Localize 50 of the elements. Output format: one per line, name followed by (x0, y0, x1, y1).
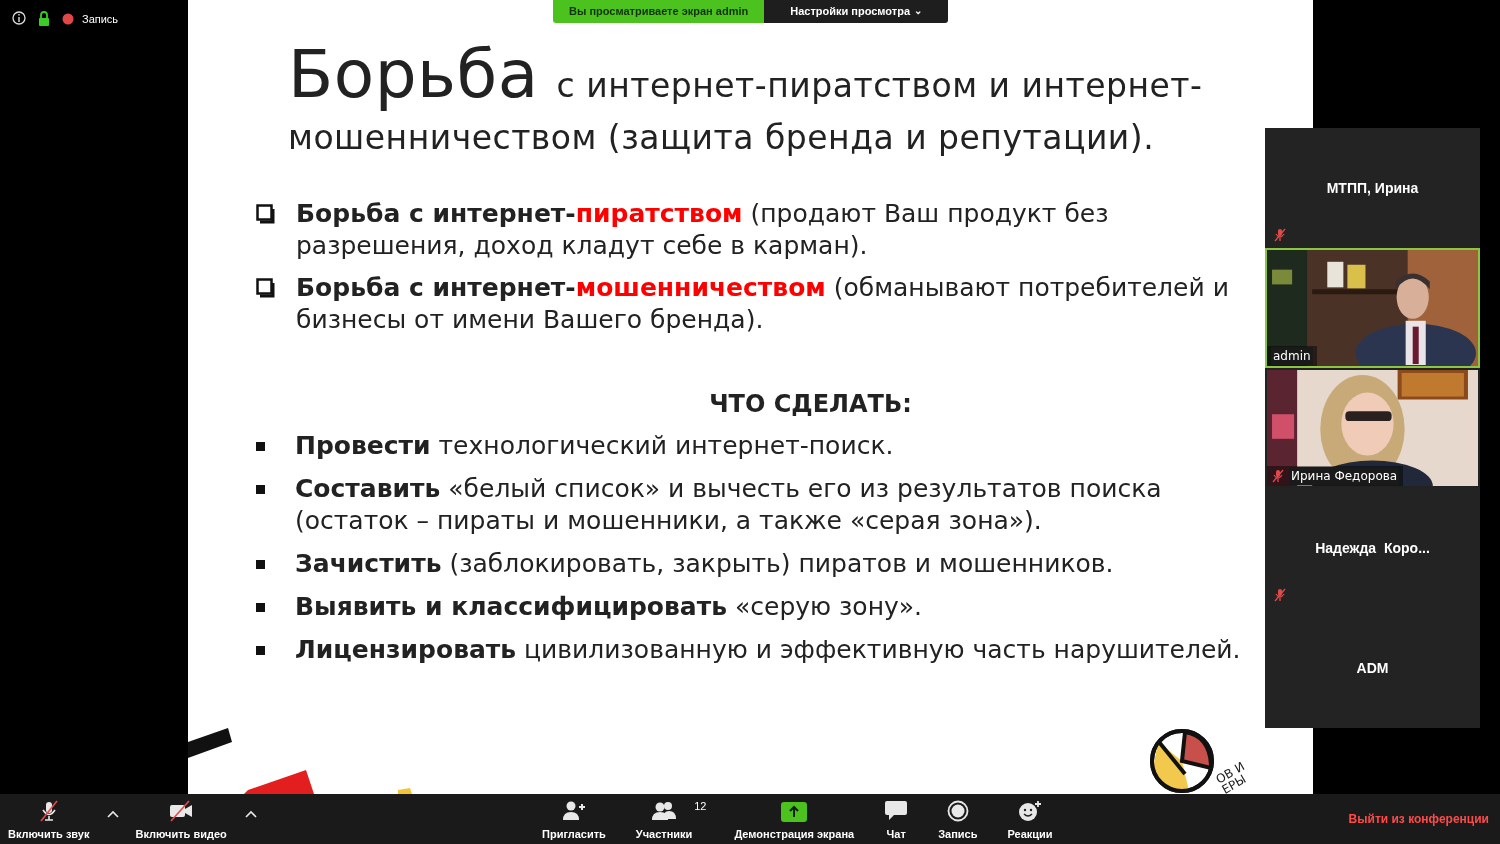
bullet-text: Борьба с интернет-пиратством (продают Ваш продукт без разрешения, доход кладут себе в карман). (296, 197, 1110, 262)
toolbar-button[interactable]: Реакции (1005, 793, 1055, 842)
view-options-button[interactable]: Настройки просмотра ⌄ (764, 0, 948, 23)
toolbar-button[interactable]: Пригласить (540, 793, 608, 842)
participant-count: 12 (694, 798, 707, 814)
participant-name: МТПП, Ирина (1326, 178, 1419, 198)
share-screen-icon (781, 801, 808, 822)
participant-tile[interactable]: МТПП, Ирина (1265, 128, 1480, 248)
section-heading: ЧТО СДЕЛАТЬ: (708, 388, 913, 420)
square-bullet-icon (256, 602, 265, 612)
participant-name: Надежда Коро... (1315, 538, 1430, 558)
toolbar-button[interactable]: Запись (936, 793, 980, 842)
add-person-icon (561, 799, 586, 822)
leave-meeting-button[interactable]: Выйти из конференции (1348, 810, 1489, 828)
participant-name: Ирина Федорова (1289, 467, 1400, 485)
smiley-add-icon (1018, 799, 1043, 822)
caret-icon[interactable] (107, 809, 120, 818)
action-text: Зачистить (заблокировать, закрыть) пиратов и мошенников. (295, 547, 1114, 580)
action-text: Выявить и классифицировать «серую зону». (295, 590, 922, 623)
participant-name: ADM (1356, 658, 1389, 678)
participant-tile[interactable]: ADM (1265, 608, 1480, 728)
participant-name: admin (1271, 347, 1313, 365)
square-bullet-icon (256, 559, 265, 569)
people-icon (651, 799, 678, 822)
square-bullet-icon (256, 645, 265, 655)
participant-tile[interactable]: Надежда Коро... (1265, 488, 1480, 608)
recording-label: Запись (82, 12, 119, 27)
video-tile[interactable]: admin (1265, 248, 1480, 368)
slide-title: Борьба с интернет-пиратством и интернет-мошенничеством (защита бренда и репутации). (288, 44, 1204, 159)
square-bullet-icon (256, 441, 265, 451)
start-video-button[interactable]: Включить видео (135, 793, 227, 842)
record-icon (946, 799, 969, 822)
caret-icon[interactable] (244, 809, 257, 818)
checkbox-bullet-icon (256, 203, 276, 224)
action-text: Лицензировать цивилизованную и эффективную часть нарушителей. (295, 633, 1241, 666)
video-tile[interactable]: Ирина Федорова (1265, 368, 1480, 488)
info-icon[interactable] (12, 11, 26, 25)
toolbar-button[interactable]: Участники 12 (633, 793, 707, 842)
square-bullet-icon (256, 484, 265, 494)
toolbar-button[interactable]: Демонстрация экрана (732, 795, 857, 842)
lock-icon[interactable] (38, 11, 50, 26)
action-text: Провести технологический интернет-поиск. (295, 429, 894, 462)
viewing-banner: Вы просматриваете экран admin (553, 0, 765, 23)
bullet-text: Борьба с интернет-мошенничеством (обманывают потребителей и бизнесы от имени Вашего бренда). (296, 271, 1230, 336)
unmute-button[interactable]: Включить звук (8, 793, 90, 842)
toolbar-button[interactable]: Чат (882, 793, 911, 842)
checkbox-bullet-icon (256, 277, 276, 298)
action-text: Составить «белый список» и вычесть его из результатов поиска (остаток – пираты и мошенники, а также «серая зона»). (295, 472, 1163, 537)
recording-dot-icon (62, 13, 74, 26)
chat-icon (884, 799, 909, 822)
